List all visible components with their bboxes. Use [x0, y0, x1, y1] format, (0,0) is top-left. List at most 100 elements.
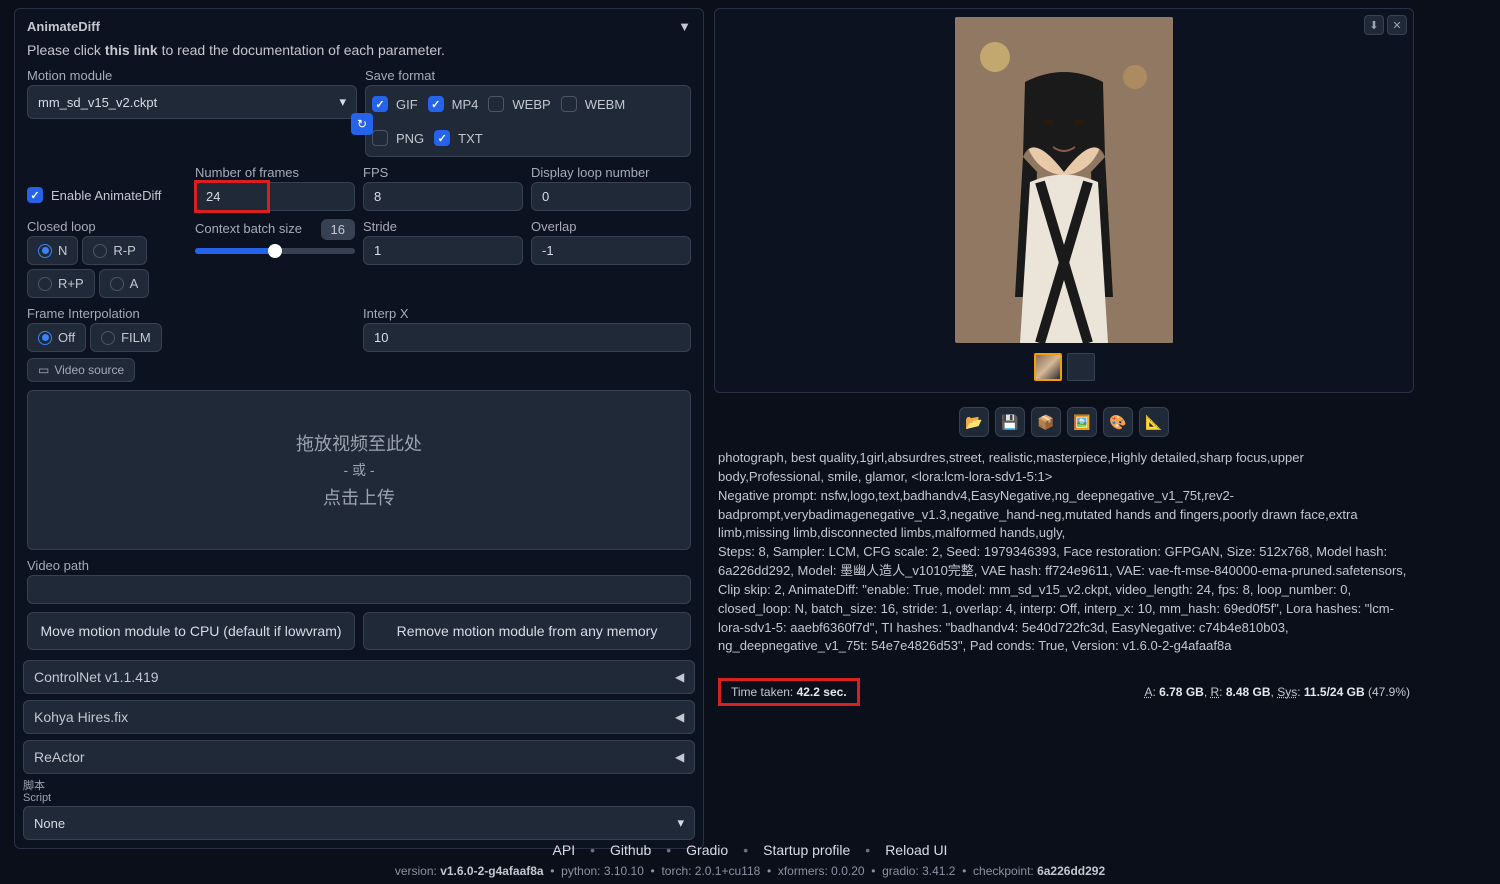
package-icon: 📦: [1037, 414, 1054, 431]
generated-image-placeholder: [955, 17, 1173, 343]
doc-text: Please click this link to read the docum…: [23, 40, 695, 68]
kohya-accordion[interactable]: Kohya Hires.fix▶: [23, 700, 695, 734]
remove-module-button[interactable]: Remove motion module from any memory: [363, 612, 691, 650]
chevron-left-icon: ▶: [675, 750, 684, 764]
fps-input[interactable]: [363, 182, 523, 211]
open-folder-button[interactable]: 📂: [959, 407, 989, 437]
footer-github[interactable]: Github: [610, 842, 651, 858]
output-image[interactable]: [955, 17, 1173, 343]
closed-loop-a[interactable]: A: [99, 269, 150, 298]
checkbox-icon: [488, 96, 504, 112]
video-source-button[interactable]: ▭ Video source: [27, 358, 135, 382]
num-frames-highlight: [195, 182, 355, 211]
thumbnail-1[interactable]: [1034, 353, 1062, 381]
image-icon: 🖼️: [1073, 414, 1090, 431]
zip-button[interactable]: 📦: [1031, 407, 1061, 437]
frame-interp-label: Frame Interpolation: [27, 306, 355, 321]
format-txt[interactable]: TXT: [434, 126, 483, 150]
checkbox-icon: [428, 96, 444, 112]
checkbox-icon: [27, 187, 43, 203]
overlap-input[interactable]: [531, 236, 691, 265]
radio-icon: [101, 331, 115, 345]
footer-gradio[interactable]: Gradio: [686, 842, 728, 858]
closed-loop-n[interactable]: N: [27, 236, 78, 265]
fps-label: FPS: [363, 165, 523, 180]
download-icon: ⬇: [1369, 19, 1378, 32]
radio-icon: [38, 244, 52, 258]
script-label: 脚本 Script: [23, 780, 695, 804]
format-mp4[interactable]: MP4: [428, 92, 479, 116]
checkbox-icon: [372, 96, 388, 112]
interp-off[interactable]: Off: [27, 323, 86, 352]
send-extras-button[interactable]: 📐: [1139, 407, 1169, 437]
folder-icon: 📂: [965, 414, 982, 431]
ruler-icon: 📐: [1145, 414, 1162, 431]
footer: API• Github• Gradio• Startup profile• Re…: [0, 842, 1500, 878]
context-value[interactable]: 16: [321, 219, 355, 240]
context-label: Context batch size: [195, 221, 311, 236]
format-webm[interactable]: WEBM: [561, 92, 625, 116]
chevron-left-icon: ▶: [675, 670, 684, 684]
num-frames-input[interactable]: [195, 182, 355, 211]
radio-icon: [110, 277, 124, 291]
radio-icon: [38, 331, 52, 345]
format-png[interactable]: PNG: [372, 126, 424, 150]
output-gallery: ⬇ ✕: [714, 8, 1414, 393]
interp-x-input[interactable]: [363, 323, 691, 352]
video-path-input[interactable]: [27, 575, 691, 604]
checkbox-icon: [561, 96, 577, 112]
radio-icon: [38, 277, 52, 291]
memory-stats: A: 6.78 GB, R: 8.48 GB, Sys: 11.5/24 GB …: [1144, 685, 1410, 699]
interp-x-label: Interp X: [363, 306, 691, 321]
chevron-left-icon: ▶: [675, 710, 684, 724]
loop-input[interactable]: [531, 182, 691, 211]
refresh-icon: ↻: [357, 117, 367, 131]
reactor-accordion[interactable]: ReActor▶: [23, 740, 695, 774]
num-frames-label: Number of frames: [195, 165, 355, 180]
save-format-label: Save format: [365, 68, 691, 83]
video-dropzone[interactable]: 拖放视频至此处 - 或 - 点击上传: [27, 390, 691, 550]
script-select[interactable]: None▾: [23, 806, 695, 840]
animatediff-panel: AnimateDiff ▼ Please click this link to …: [14, 8, 704, 849]
chevron-down-icon: ▾: [339, 94, 346, 110]
save-icon: 💾: [1001, 414, 1018, 431]
stride-label: Stride: [363, 219, 523, 234]
video-icon: ▭: [38, 363, 49, 377]
stride-input[interactable]: [363, 236, 523, 265]
footer-reload[interactable]: Reload UI: [885, 842, 947, 858]
motion-module-label: Motion module: [27, 68, 357, 83]
doc-link[interactable]: this link: [105, 42, 158, 58]
save-button[interactable]: 💾: [995, 407, 1025, 437]
footer-startup[interactable]: Startup profile: [763, 842, 850, 858]
footer-meta: version: v1.6.0-2-g4afaaf8a • python: 3.…: [0, 864, 1500, 878]
motion-module-select[interactable]: mm_sd_v15_v2.ckpt ▾: [27, 85, 357, 119]
palette-icon: 🎨: [1109, 414, 1126, 431]
send-inpaint-button[interactable]: 🎨: [1103, 407, 1133, 437]
generation-info: photograph, best quality,1girl,absurdres…: [714, 445, 1414, 660]
time-taken: Time taken: 42.2 sec.: [718, 678, 860, 706]
close-icon: ✕: [1392, 19, 1401, 32]
animatediff-title: AnimateDiff: [27, 19, 100, 34]
move-module-button[interactable]: Move motion module to CPU (default if lo…: [27, 612, 355, 650]
context-slider[interactable]: [195, 248, 355, 254]
chevron-down-icon: ▾: [677, 815, 684, 831]
closed-loop-rp[interactable]: R-P: [82, 236, 146, 265]
checkbox-icon: [372, 130, 388, 146]
send-img2img-button[interactable]: 🖼️: [1067, 407, 1097, 437]
footer-api[interactable]: API: [553, 842, 576, 858]
format-webp[interactable]: WEBP: [488, 92, 550, 116]
close-button[interactable]: ✕: [1387, 15, 1407, 35]
refresh-button[interactable]: ↻: [351, 113, 373, 135]
closed-loop-rpp[interactable]: R+P: [27, 269, 95, 298]
enable-animatediff[interactable]: Enable AnimateDiff: [27, 183, 187, 207]
loop-label: Display loop number: [531, 165, 691, 180]
animatediff-header[interactable]: AnimateDiff ▼: [23, 17, 695, 40]
thumbnail-2[interactable]: [1067, 353, 1095, 381]
radio-icon: [93, 244, 107, 258]
interp-film[interactable]: FILM: [90, 323, 162, 352]
output-actions: 📂 💾 📦 🖼️ 🎨 📐: [714, 407, 1414, 437]
controlnet-accordion[interactable]: ControlNet v1.1.419▶: [23, 660, 695, 694]
download-button[interactable]: ⬇: [1364, 15, 1384, 35]
format-gif[interactable]: GIF: [372, 92, 418, 116]
chevron-down-icon: ▼: [678, 19, 691, 34]
